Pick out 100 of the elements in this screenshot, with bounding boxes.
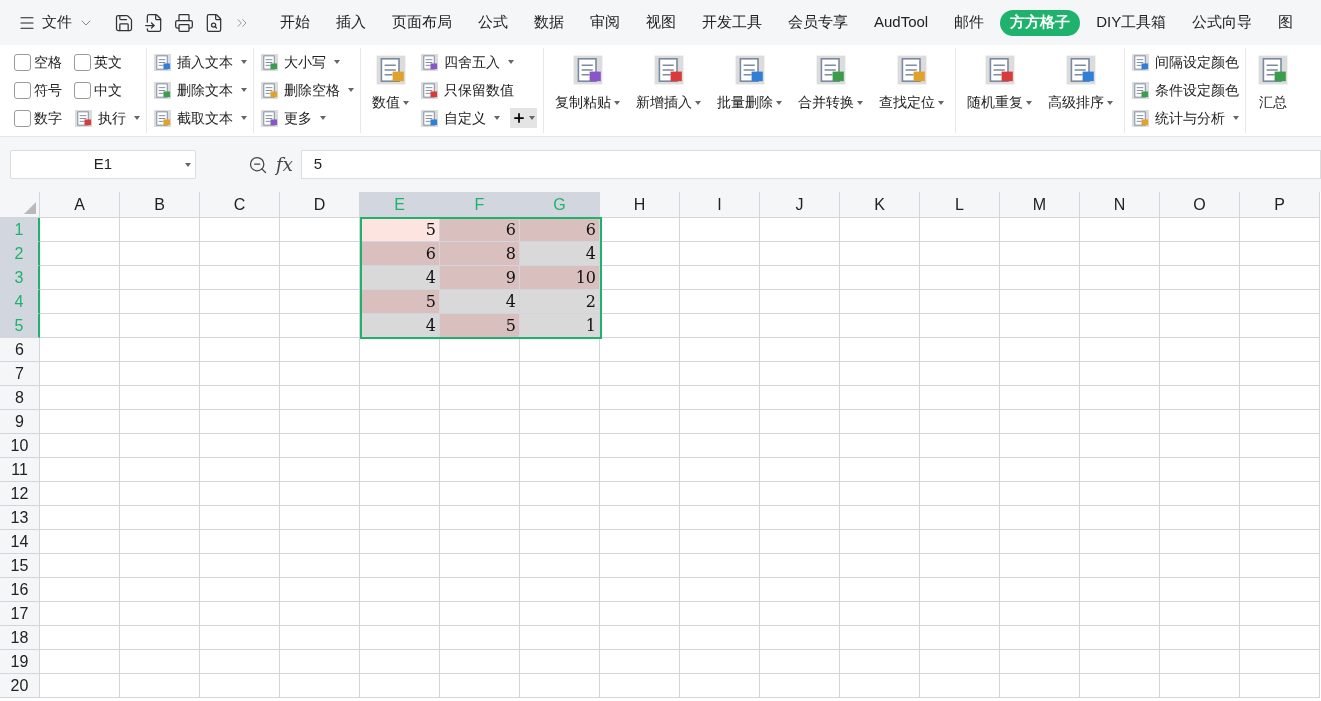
row-header[interactable]: 15: [0, 554, 40, 578]
ribbon-large-button[interactable]: 新增插入: [631, 48, 706, 113]
column-header[interactable]: J: [760, 192, 840, 218]
checkbox-label: 中文: [94, 80, 122, 100]
checkbox[interactable]: [14, 81, 31, 99]
column-header[interactable]: B: [120, 192, 200, 218]
ribbon-tab[interactable]: 邮件: [944, 9, 995, 36]
row-header[interactable]: 14: [0, 530, 40, 554]
table-cell: 4: [520, 242, 600, 266]
print-icon[interactable]: [174, 12, 194, 33]
sheet-icon: [74, 108, 93, 128]
ribbon-button[interactable]: 统计与分析: [1131, 107, 1239, 129]
ribbon-button[interactable]: 删除空格: [260, 79, 354, 101]
ribbon-large-button[interactable]: 合并转换: [793, 48, 868, 113]
ribbon-button[interactable]: 插入文本: [153, 51, 247, 73]
column-header[interactable]: D: [280, 192, 360, 218]
ribbon-large-button[interactable]: 高级排序: [1043, 48, 1118, 113]
table-cell: 4: [360, 314, 440, 338]
zoom-icon[interactable]: [248, 154, 268, 175]
checkbox-label: 数字: [34, 108, 62, 128]
sheet-icon: [260, 108, 279, 128]
ribbon-large-button[interactable]: 随机重复: [962, 48, 1037, 113]
file-menu[interactable]: 文件: [18, 11, 94, 34]
table-cell: 4: [440, 290, 520, 314]
ribbon-tab[interactable]: 会员专享: [778, 9, 858, 36]
ribbon-tab[interactable]: 审阅: [580, 9, 630, 36]
ribbon-button[interactable]: 间隔设定颜色: [1131, 51, 1239, 73]
ribbon-tab[interactable]: DIY工具箱: [1086, 9, 1177, 36]
table-cell: 5: [360, 290, 440, 314]
row-header[interactable]: 6: [0, 338, 40, 362]
sheet-icon: [1131, 108, 1150, 128]
ribbon-large-button[interactable]: 复制粘贴: [550, 48, 625, 113]
sheet-icon: [1131, 52, 1150, 72]
ribbon-large-button[interactable]: 查找定位: [874, 48, 949, 113]
ribbon-tab[interactable]: 开发工具: [692, 9, 772, 36]
column-header[interactable]: K: [840, 192, 920, 218]
column-header[interactable]: I: [680, 192, 760, 218]
preview-icon[interactable]: [204, 12, 224, 33]
ribbon-button[interactable]: 自定义: [420, 107, 500, 129]
ribbon-tab[interactable]: AudTool: [864, 9, 939, 36]
select-all-corner[interactable]: [0, 192, 40, 218]
sheet-icon: [571, 54, 604, 86]
ribbon-button[interactable]: 只保留数值: [420, 79, 514, 101]
row-header[interactable]: 9: [0, 410, 40, 434]
row-header[interactable]: 10: [0, 434, 40, 458]
ribbon-tab[interactable]: 公式向导: [1182, 9, 1263, 36]
row-header[interactable]: 13: [0, 506, 40, 530]
ribbon-button[interactable]: 截取文本: [153, 107, 247, 129]
ribbon-tab[interactable]: 数据: [524, 9, 574, 36]
checkbox[interactable]: [74, 81, 91, 99]
plus-icon: [512, 111, 526, 125]
row-header[interactable]: 20: [0, 674, 40, 698]
export-icon[interactable]: [144, 12, 164, 33]
column-header[interactable]: H: [600, 192, 680, 218]
ribbon-button[interactable]: 删除文本: [153, 79, 247, 101]
row-header[interactable]: 16: [0, 578, 40, 602]
ribbon-tab[interactable]: 插入: [326, 9, 376, 36]
row-header[interactable]: 19: [0, 650, 40, 674]
column-header[interactable]: N: [1080, 192, 1160, 218]
function-label[interactable]: fx: [276, 151, 293, 178]
row-header[interactable]: 12: [0, 482, 40, 506]
add-button[interactable]: [510, 108, 537, 128]
ribbon-large-button[interactable]: 批量删除: [712, 48, 787, 113]
column-header[interactable]: M: [1000, 192, 1080, 218]
ribbon-tab[interactable]: 图: [1268, 9, 1304, 36]
ribbon-large-button[interactable]: 数值: [367, 48, 414, 113]
checkbox[interactable]: [14, 53, 31, 71]
sheet-icon: [1131, 80, 1150, 100]
triangle-icon: [24, 202, 36, 214]
column-header[interactable]: P: [1240, 192, 1320, 218]
ribbon-button[interactable]: 四舍五入: [420, 51, 514, 73]
ribbon-tab[interactable]: 开始: [270, 9, 320, 36]
table-cell: 6: [440, 218, 520, 242]
table-cell: 1: [520, 314, 600, 338]
column-header[interactable]: C: [200, 192, 280, 218]
row-header[interactable]: 17: [0, 602, 40, 626]
caret-icon: [185, 163, 191, 167]
name-box[interactable]: E1: [10, 150, 196, 179]
ribbon-button[interactable]: 执行: [74, 107, 140, 129]
checkbox[interactable]: [74, 53, 91, 71]
ribbon-tab[interactable]: 公式: [468, 9, 518, 36]
ribbon-tab[interactable]: 视图: [636, 9, 686, 36]
formula-field[interactable]: 5: [300, 150, 1321, 179]
ribbon-button[interactable]: 条件设定颜色: [1131, 79, 1239, 101]
row-header[interactable]: 18: [0, 626, 40, 650]
column-header[interactable]: L: [920, 192, 1000, 218]
row-header[interactable]: 11: [0, 458, 40, 482]
sheet-icon: [814, 54, 847, 86]
table-cell: 6: [360, 242, 440, 266]
column-header[interactable]: O: [1160, 192, 1240, 218]
sheet-icon: [1257, 54, 1289, 86]
save-icon[interactable]: [114, 12, 134, 33]
row-header[interactable]: 8: [0, 386, 40, 410]
ribbon-tab[interactable]: 页面布局: [382, 9, 462, 36]
ribbon-button[interactable]: 大小写: [260, 51, 340, 73]
row-header[interactable]: 7: [0, 362, 40, 386]
checkbox[interactable]: [14, 109, 31, 127]
ribbon-button[interactable]: 更多: [260, 107, 326, 129]
column-header[interactable]: A: [40, 192, 120, 218]
ribbon-large-button[interactable]: 汇总: [1252, 48, 1294, 113]
